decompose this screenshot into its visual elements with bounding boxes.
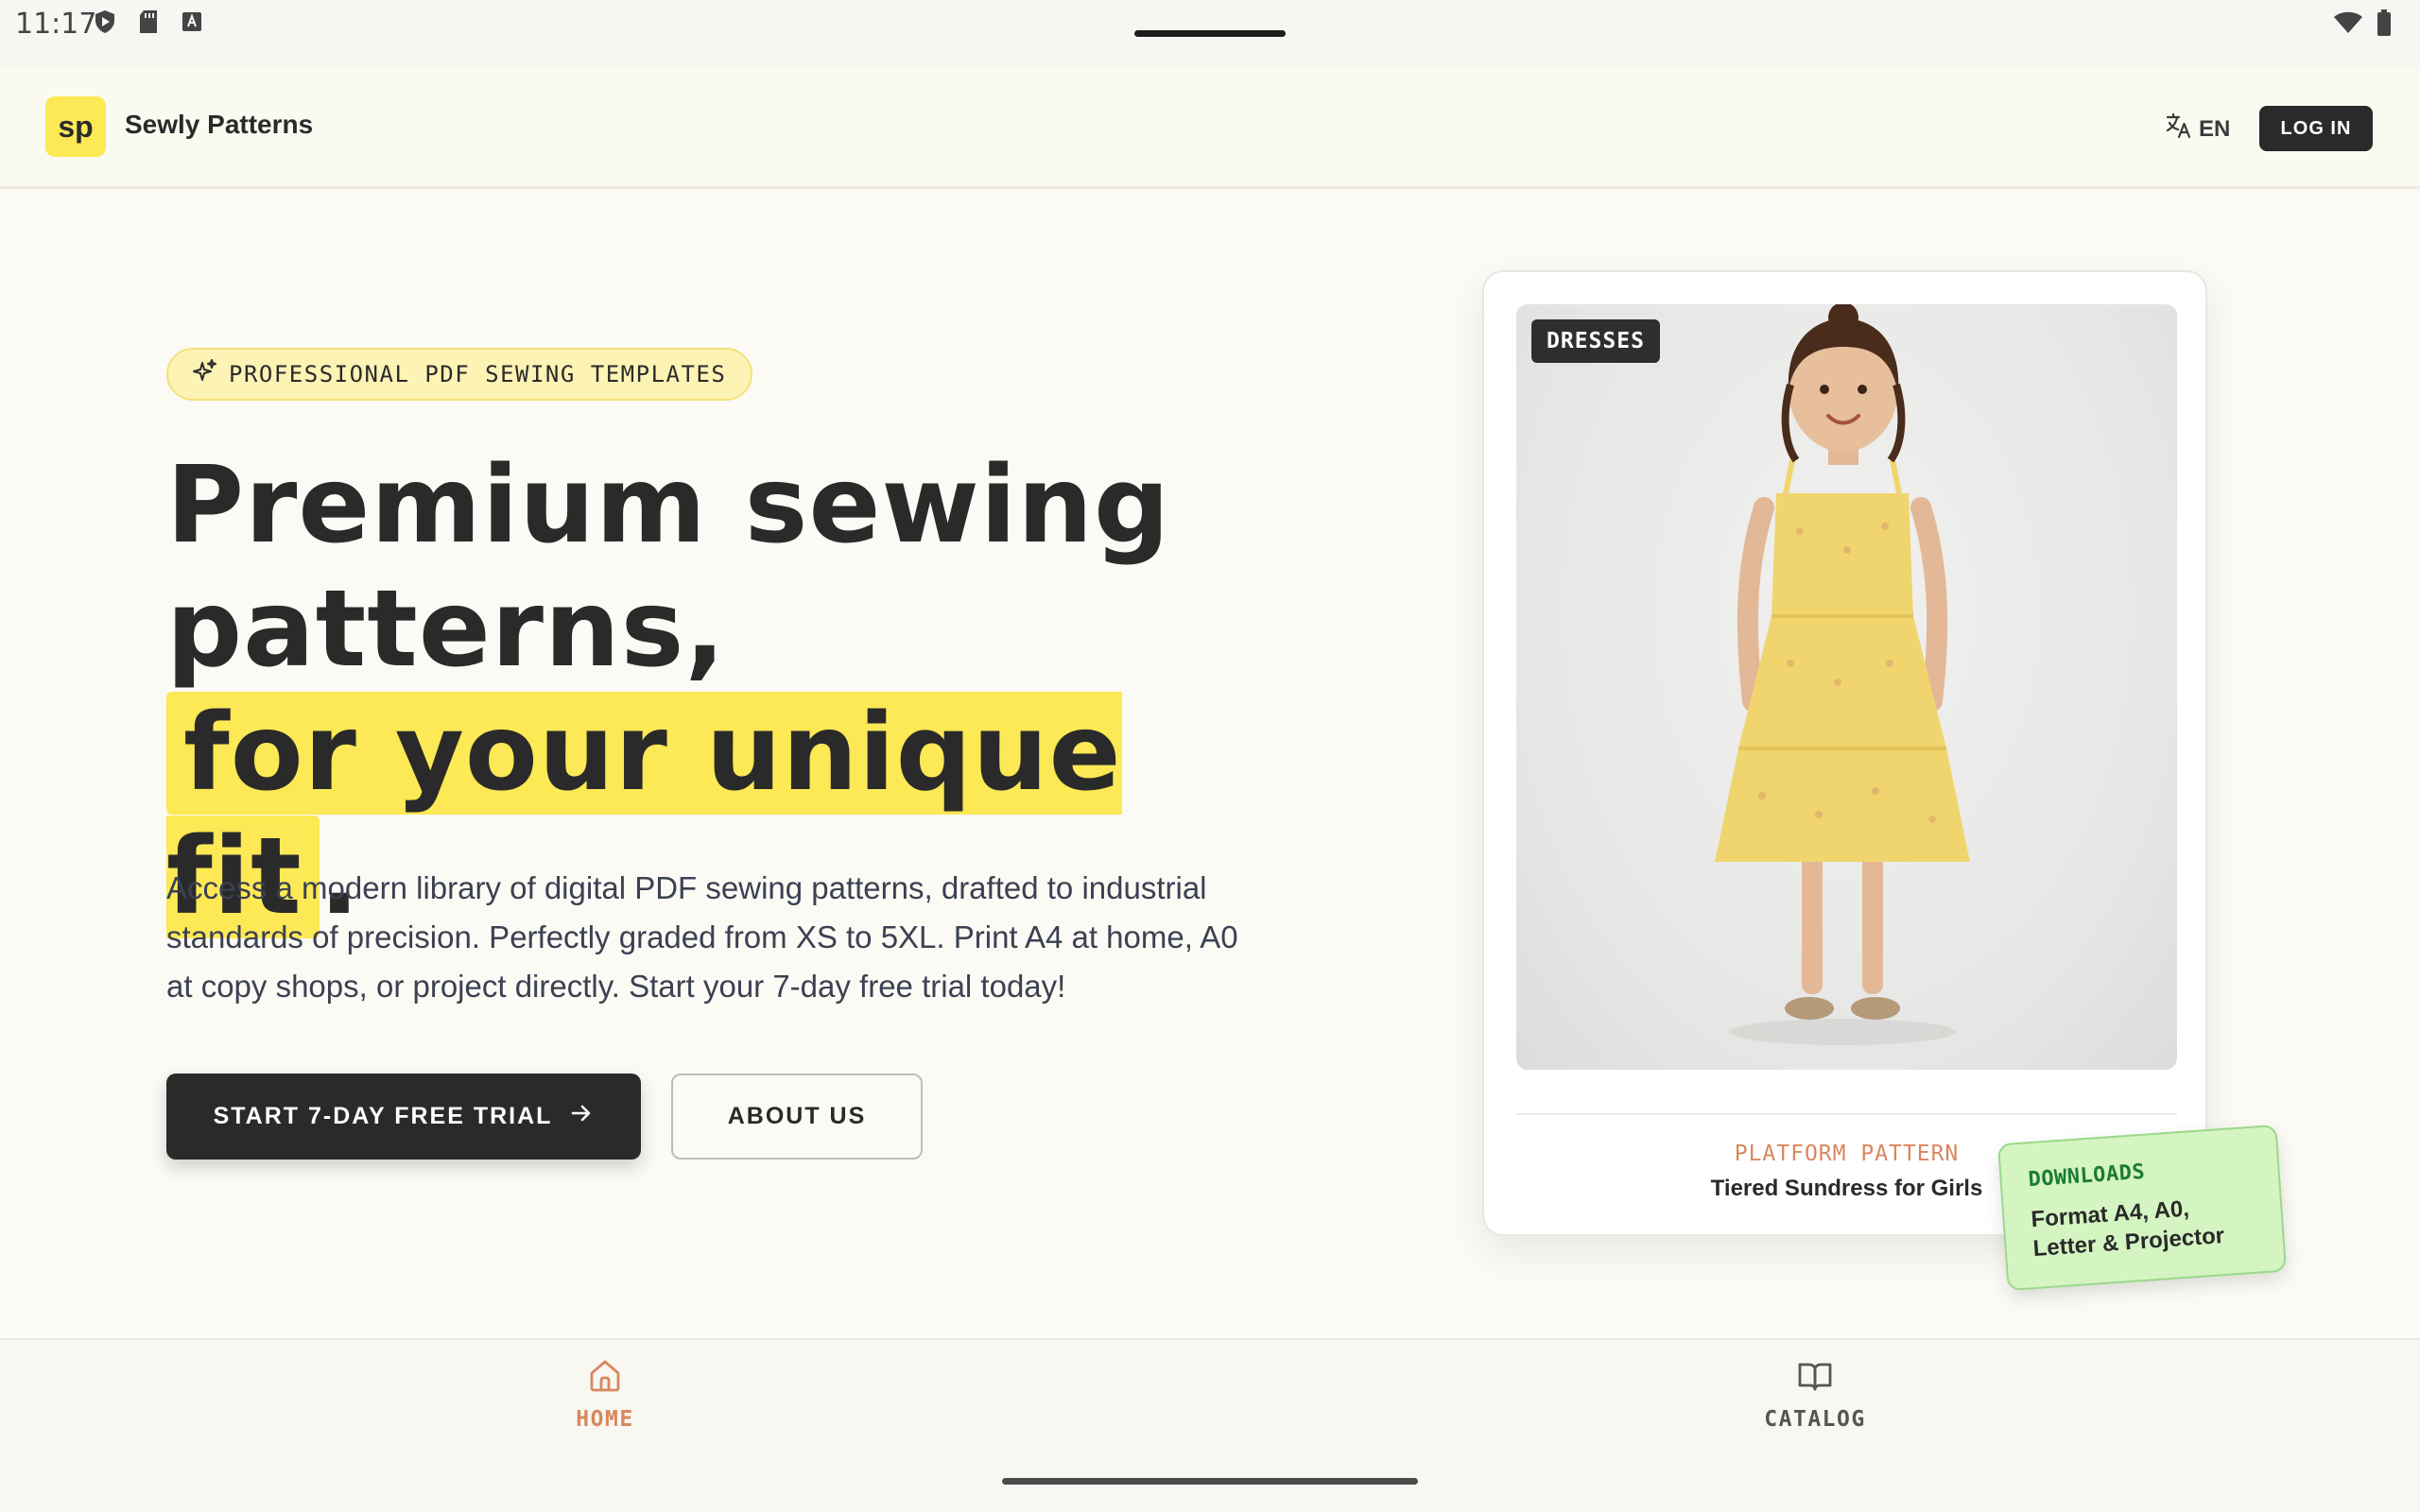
gesture-home-indicator[interactable] [1002,1478,1418,1485]
shield-play-icon [93,9,117,34]
brand-name[interactable]: Sewly Patterns [125,110,313,140]
bottom-navigation: HOME CATALOG [0,1338,2420,1512]
downloads-formats: Format A4, A0, Letter & Projector [2030,1195,2225,1263]
hero-title-line1: Premium sewing [166,444,1171,567]
card-divider [1516,1113,2177,1115]
wifi-icon [2333,10,2363,40]
nav-item-home[interactable]: HOME [510,1357,700,1432]
girl-in-sundress-illustration [1715,304,1970,1045]
app-header: sp Sewly Patterns EN LOG IN [0,66,2420,189]
sd-card-icon [136,9,161,34]
hero-title-line2: patterns, [166,568,726,691]
language-selector[interactable]: EN [2165,112,2230,146]
battery-icon [2377,9,2392,41]
status-icons-left [93,9,204,34]
downloads-badge: DOWNLOADS Format A4, A0, Letter & Projec… [1996,1124,2288,1292]
hero-description: Access a modern library of digital PDF s… [166,870,1238,1004]
arrow-right-icon [569,1101,594,1132]
downloads-title: DOWNLOADS [2027,1160,2146,1193]
nav-catalog-label: CATALOG [1764,1407,1866,1432]
a-box-icon [180,9,204,34]
category-tag[interactable]: DRESSES [1531,319,1660,363]
product-image: DRESSES [1516,304,2177,1070]
system-status-bar: 11:17 [0,0,2420,66]
status-icons-right [2333,9,2392,41]
book-icon [1796,1357,1834,1400]
nav-home-label: HOME [576,1407,634,1432]
hero-chip-text: PROFESSIONAL PDF SEWING TEMPLATES [229,361,727,387]
start-trial-label: START 7-DAY FREE TRIAL [213,1103,553,1129]
language-code: EN [2199,115,2231,142]
about-us-button[interactable]: ABOUT US [671,1074,923,1160]
brand-logo[interactable]: sp [45,96,106,157]
home-icon [586,1357,624,1400]
nav-item-catalog[interactable]: CATALOG [1720,1357,1910,1432]
sparkles-icon [191,357,219,391]
status-time: 11:17 [15,8,97,41]
login-button[interactable]: LOG IN [2259,106,2373,151]
hero-chip: PROFESSIONAL PDF SEWING TEMPLATES [166,348,753,401]
featured-pattern-card[interactable]: DRESSES PLATFORM PATTERN Tiered Sundress… [1482,270,2207,1236]
translate-icon [2165,112,2193,146]
status-drag-handle [1134,30,1286,37]
start-trial-button[interactable]: START 7-DAY FREE TRIAL [166,1074,641,1160]
